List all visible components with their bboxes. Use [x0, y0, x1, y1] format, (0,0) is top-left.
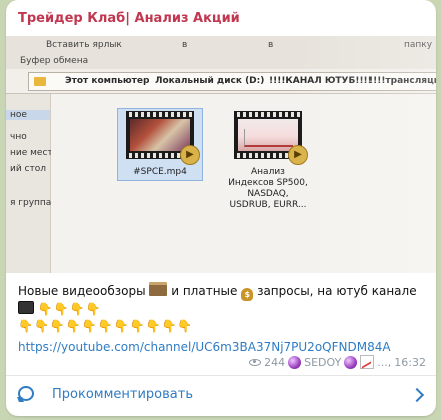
pointing-down-icons: 👇👇👇👇: [37, 302, 102, 316]
ribbon-folder-button: папку: [404, 40, 433, 50]
navigation-pane: ное чно ние места ий стол я группа: [6, 94, 58, 273]
chart-increasing-icon: [360, 355, 375, 369]
nav-item: я группа: [10, 198, 52, 208]
message-text-part1: Новые видеообзоры: [18, 284, 146, 298]
views-count: 244: [264, 355, 286, 369]
channel-post: Трейдер Клаб| Анализ Акций Вставить ярлы…: [6, 0, 436, 416]
channel-name[interactable]: Трейдер Клаб| Анализ Акций: [18, 11, 240, 26]
explorer-ribbon: Вставить ярлык Буфер обмена в в папку: [6, 36, 436, 70]
comment-bubble-icon: [18, 386, 34, 401]
folder-icon: [34, 77, 46, 86]
message-text: Новые видеообзоры и платные $ запросы, н…: [18, 282, 430, 335]
post-meta: 244 SEDOY ..., 16:32: [249, 355, 426, 369]
crystal-ball-icon: [288, 355, 302, 369]
nav-item: ное: [6, 110, 50, 120]
film-box-icon: [149, 282, 168, 296]
post-author: SEDOY: [304, 355, 342, 369]
message-text-part3: запросы, на ютуб канале: [257, 284, 417, 298]
meta-ellipsis: ...,: [377, 355, 392, 369]
file-area: ▶ #SPCE.mp4 ▶ Анализ Индексов SP500, NAS…: [51, 94, 436, 273]
clipboard-group-label: Буфер обмена: [20, 56, 89, 66]
play-badge-icon: ▶: [288, 145, 308, 165]
ribbon-label-to-1: в: [182, 40, 188, 50]
youtube-channel-link[interactable]: https://youtube.com/channel/UC6m3BA37Nj7…: [18, 340, 391, 354]
nav-item: ий стол: [10, 164, 47, 174]
pointing-down-icons: 👇👇👇👇👇👇👇👇👇👇👇: [18, 319, 194, 333]
play-badge-icon: ▶: [180, 145, 200, 165]
crystal-ball-icon: [344, 355, 358, 369]
video-file-icon: ▶: [234, 111, 308, 165]
comment-label: Прокомментировать: [52, 387, 193, 402]
address-bar: Этот компьютер Локальный диск (D:) !!!!К…: [6, 69, 436, 94]
money-bag-icon: $: [241, 288, 254, 301]
file-item-index-analysis: ▶ Анализ Индексов SP500, NASDAQ, USDRUB,…: [216, 108, 320, 214]
comment-button[interactable]: Прокомментировать: [6, 376, 436, 416]
tv-icon: [18, 301, 34, 314]
breadcrumb-computer: Этот компьютер: [65, 76, 150, 86]
file-item-spce: ▶ #SPCE.mp4: [117, 108, 203, 181]
ribbon-label-to-2: в: [268, 40, 274, 50]
message-text-part2: и платные: [171, 284, 238, 298]
nav-item: чно: [10, 132, 27, 142]
breadcrumb-disk: Локальный диск (D:): [155, 76, 265, 86]
eye-icon: [249, 358, 262, 366]
post-time: 16:32: [394, 355, 426, 369]
video-file-icon: ▶: [126, 111, 200, 165]
breadcrumb-channel: !!!!КАНАЛ ЮТУБ!!!!: [269, 76, 372, 86]
file-name: Анализ Индексов SP500, NASDAQ, USDRUB, E…: [228, 167, 308, 210]
file-name: #SPCE.mp4: [133, 167, 187, 177]
post-photo[interactable]: Вставить ярлык Буфер обмена в в папку Эт…: [6, 36, 436, 273]
chevron-right-icon: [409, 387, 425, 403]
breadcrumb-streams: !!!!трансляции!!: [369, 76, 436, 86]
address-box: Этот компьютер Локальный диск (D:) !!!!К…: [28, 72, 436, 91]
paste-shortcut-label: Вставить ярлык: [46, 40, 122, 50]
